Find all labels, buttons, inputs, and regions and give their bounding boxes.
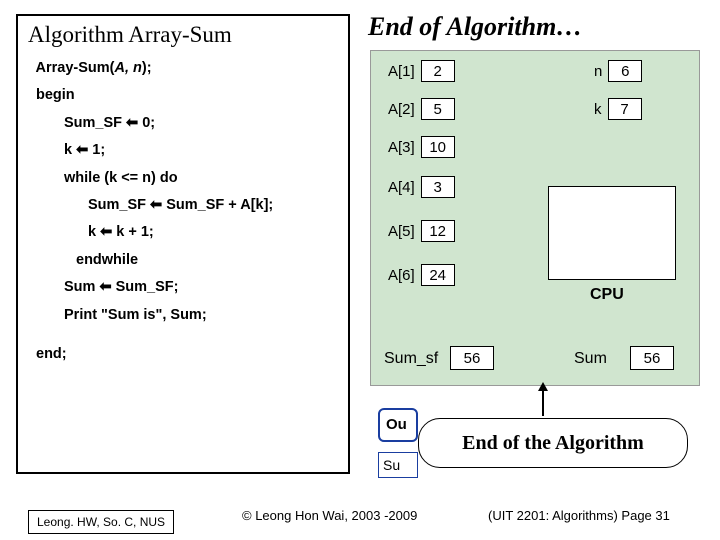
sum-output-box: Su: [378, 452, 418, 478]
mem-A5: A[5]12: [386, 220, 455, 242]
sum-label: Sum: [574, 350, 607, 368]
mem-A4: A[4]3: [386, 176, 455, 198]
code-line-11: end;: [36, 346, 338, 363]
output-box: Ou: [378, 408, 418, 442]
arrow-up-icon: [542, 384, 544, 416]
mem-A6: A[6]24: [386, 264, 455, 286]
code-line-4: k ⬅ 1;: [64, 142, 338, 159]
footer-copyright: © Leong Hon Wai, 2003 -2009: [242, 508, 417, 523]
code-line-3: Sum_SF ⬅ 0;: [64, 115, 338, 132]
algorithm-box: Algorithm Array-Sum Array-Sum(A, n); beg…: [16, 14, 350, 474]
state-title: End of Algorithm…: [368, 12, 582, 42]
mem-A2: A[2]5: [386, 98, 455, 120]
cpu-label: CPU: [590, 286, 624, 304]
footer-page: (UIT 2201: Algorithms) Page 31: [488, 508, 670, 523]
code-line-9: Sum ⬅ Sum_SF;: [64, 279, 338, 296]
cpu-box: [548, 186, 676, 280]
footer-author: Leong. HW, So. C, NUS: [28, 510, 174, 534]
code-line-1: Array-Sum(A, n);: [28, 60, 338, 77]
algorithm-title: Algorithm Array-Sum: [28, 22, 338, 48]
mem-A1: A[1]2: [386, 60, 455, 82]
code-line-2: begin: [36, 87, 338, 104]
end-pill: End of the Algorithm: [418, 418, 688, 468]
sumsf-value: 56: [450, 346, 494, 370]
code-line-10: Print "Sum is", Sum;: [64, 307, 338, 324]
code-line-5: while (k <= n) do: [64, 170, 338, 187]
sumsf-label: Sum_sf: [384, 350, 438, 368]
mem-A3: A[3]10: [386, 136, 455, 158]
code-line-7: k ⬅ k + 1;: [88, 224, 338, 241]
code-line-6: Sum_SF ⬅ Sum_SF + A[k];: [88, 197, 338, 214]
mem-n: n6: [592, 60, 642, 82]
code-line-8: endwhile: [76, 252, 338, 269]
sum-value: 56: [630, 346, 674, 370]
mem-k: k7: [592, 98, 642, 120]
